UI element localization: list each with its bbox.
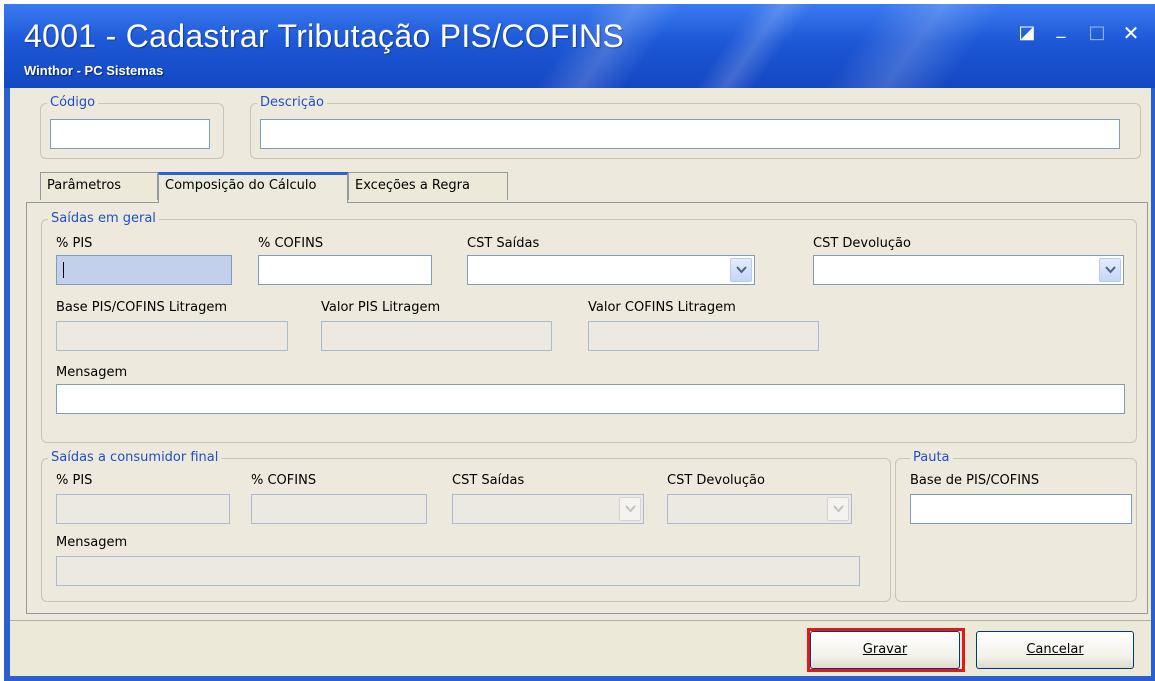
cofins-input[interactable] — [258, 255, 432, 285]
app-window: 4001 - Cadastrar Tributação PIS/COFINS W… — [4, 4, 1155, 681]
valor-cofins-litragem-input[interactable] — [588, 321, 819, 351]
valor-cofins-litragem-label: Valor COFINS Litragem — [588, 300, 736, 315]
consumidor-pis-input[interactable] — [56, 494, 230, 524]
close-icon[interactable]: ✕ — [1120, 22, 1142, 44]
chevron-down-icon[interactable] — [730, 258, 752, 282]
saidas-geral-legend: Saídas em geral — [48, 211, 159, 227]
codigo-label: Código — [47, 95, 99, 111]
saidas-geral-group: Saídas em geral % PIS % COFINS CST Saída… — [41, 211, 1137, 443]
maximize-icon[interactable]: □ — [1086, 22, 1108, 44]
minimize-icon[interactable]: _ — [1050, 18, 1072, 40]
base-litragem-label: Base PIS/COFINS Litragem — [56, 300, 227, 315]
pauta-base-input[interactable] — [910, 494, 1132, 524]
pis-label: % PIS — [56, 236, 93, 251]
mensagem-label: Mensagem — [56, 365, 128, 380]
codigo-input[interactable] — [50, 119, 210, 149]
cancelar-button[interactable]: Cancelar — [976, 631, 1134, 669]
chevron-down-icon — [619, 497, 641, 521]
descricao-input[interactable] — [260, 119, 1120, 149]
bottom-button-bar: Gravar Cancelar — [10, 620, 1151, 676]
mensagem-input[interactable] — [56, 384, 1125, 414]
pauta-group: Pauta Base de PIS/COFINS — [895, 450, 1137, 602]
consumidor-cofins-input[interactable] — [251, 494, 427, 524]
consumidor-mensagem-input[interactable] — [56, 556, 860, 586]
cst-devolucao-label: CST Devolução — [813, 236, 911, 251]
consumidor-cst-devolucao-label: CST Devolução — [667, 473, 765, 488]
cst-devolucao-select[interactable] — [813, 255, 1124, 285]
title-bar[interactable]: 4001 - Cadastrar Tributação PIS/COFINS W… — [4, 4, 1155, 88]
tab-excecoes-regra[interactable]: Exceções a Regra — [348, 172, 508, 200]
consumidor-mensagem-label: Mensagem — [56, 535, 128, 550]
saidas-consumidor-group: Saídas a consumidor final % PIS % COFINS… — [41, 450, 891, 602]
cst-saidas-label: CST Saídas — [467, 236, 540, 251]
window-subtitle: Winthor - PC Sistemas — [24, 63, 164, 78]
pis-input[interactable] — [56, 255, 232, 285]
cofins-label: % COFINS — [258, 236, 324, 251]
consumidor-cst-saidas-select[interactable] — [452, 494, 644, 524]
chevron-down-icon — [827, 497, 849, 521]
descricao-label: Descrição — [257, 95, 327, 111]
tab-parametros[interactable]: Parâmetros — [40, 172, 158, 200]
tab-composicao-calculo[interactable]: Composição do Cálculo — [158, 172, 348, 203]
valor-pis-litragem-label: Valor PIS Litragem — [321, 300, 441, 315]
window-title: 4001 - Cadastrar Tributação PIS/COFINS — [24, 18, 625, 54]
restore-icon[interactable]: ◪ — [1016, 22, 1038, 44]
cst-saidas-select[interactable] — [467, 255, 755, 285]
descricao-group: Descrição — [250, 95, 1141, 159]
chevron-down-icon[interactable] — [1099, 258, 1121, 282]
base-litragem-input[interactable] — [56, 321, 288, 351]
consumidor-pis-label: % PIS — [56, 473, 93, 488]
consumidor-cofins-label: % COFINS — [251, 473, 317, 488]
codigo-group: Código — [40, 95, 224, 159]
saidas-consumidor-legend: Saídas a consumidor final — [48, 450, 222, 466]
consumidor-cst-devolucao-select[interactable] — [667, 494, 852, 524]
pauta-legend: Pauta — [910, 450, 953, 466]
pauta-base-label: Base de PIS/COFINS — [910, 473, 1040, 488]
consumidor-cst-saidas-label: CST Saídas — [452, 473, 525, 488]
tab-panel-composicao: Saídas em geral % PIS % COFINS CST Saída… — [26, 202, 1148, 614]
window-client: Código Descrição Parâmetros Composição d… — [10, 88, 1151, 676]
valor-pis-litragem-input[interactable] — [321, 321, 552, 351]
gravar-highlight-box — [807, 628, 965, 672]
